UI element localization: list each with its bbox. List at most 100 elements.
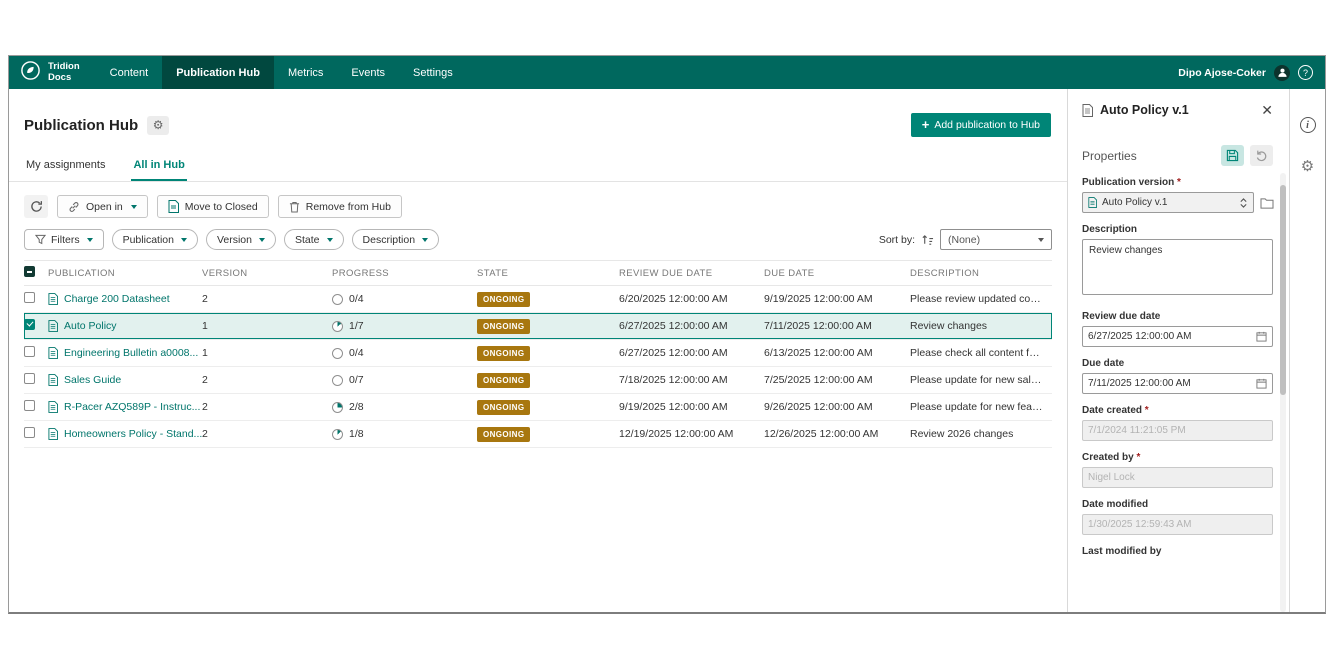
- plus-icon: +: [922, 120, 930, 130]
- state-badge: ONGOING: [477, 319, 530, 334]
- funnel-icon: [35, 234, 46, 245]
- due-date-cell: 12/26/2025 12:00:00 AM: [764, 428, 910, 440]
- nav-item-content[interactable]: Content: [96, 56, 163, 89]
- date-modified-input: [1082, 514, 1273, 535]
- table-body: Charge 200 Datasheet 2 0/4 ONGOING 6/20/…: [24, 286, 1052, 448]
- created-by-input: [1082, 467, 1273, 488]
- brand-name: Tridion Docs: [48, 62, 80, 84]
- refresh-button[interactable]: [24, 195, 48, 218]
- progress-label: 1/7: [349, 320, 364, 332]
- document-icon: [48, 374, 58, 386]
- table-row[interactable]: Engineering Bulletin a0008... 1 0/4 ONGO…: [24, 340, 1052, 367]
- description-cell: Review changes: [910, 320, 1052, 332]
- hub-settings-icon[interactable]: ⚙: [147, 116, 169, 135]
- description-cell: Review 2026 changes: [910, 428, 1052, 440]
- review-due-date-value[interactable]: [1088, 331, 1251, 342]
- column-header-version[interactable]: VERSION: [202, 268, 332, 279]
- nav-item-publication-hub[interactable]: Publication Hub: [162, 56, 274, 89]
- publication-version-select[interactable]: [1082, 192, 1254, 213]
- user-name[interactable]: Dipo Ajose-Coker: [1178, 67, 1266, 79]
- due-date-cell: 6/13/2025 12:00:00 AM: [764, 347, 910, 359]
- tab-all-in-hub[interactable]: All in Hub: [131, 153, 186, 181]
- panel-scrollbar-track[interactable]: [1280, 173, 1286, 612]
- brand[interactable]: Tridion Docs: [9, 56, 96, 89]
- progress-pie-icon: [332, 348, 343, 359]
- column-header-review-due-date[interactable]: REVIEW DUE DATE: [619, 268, 764, 279]
- column-header-description[interactable]: DESCRIPTION: [910, 268, 1052, 279]
- actions-toolbar: Open in Move to Closed Remove from Hub: [9, 182, 1067, 218]
- filters-button[interactable]: Filters: [24, 229, 104, 250]
- column-header-progress[interactable]: PROGRESS: [332, 268, 477, 279]
- column-header-due-date[interactable]: DUE DATE: [764, 268, 910, 279]
- due-date-value[interactable]: [1088, 378, 1251, 389]
- row-checkbox[interactable]: [24, 373, 35, 384]
- description-textarea[interactable]: Review changes: [1082, 239, 1273, 295]
- row-checkbox[interactable]: [24, 319, 35, 330]
- table-header: PUBLICATION VERSION PROGRESS STATE REVIE…: [24, 260, 1052, 286]
- publication-link[interactable]: Homeowners Policy - Stand...: [64, 428, 202, 440]
- review-due-date-label: Review due date: [1082, 311, 1273, 322]
- select-all-checkbox[interactable]: [24, 266, 35, 277]
- publication-version-value[interactable]: [1102, 197, 1234, 208]
- last-modified-by-label: Last modified by: [1082, 546, 1273, 557]
- avatar[interactable]: [1274, 65, 1290, 81]
- publication-link[interactable]: Auto Policy: [64, 320, 117, 332]
- info-icon[interactable]: i: [1300, 117, 1316, 133]
- review-due-date-input[interactable]: [1082, 326, 1273, 347]
- chevron-down-icon: [1038, 238, 1044, 242]
- move-to-closed-button[interactable]: Move to Closed: [157, 195, 269, 218]
- publication-link[interactable]: Sales Guide: [64, 374, 121, 386]
- review-due-date-cell: 7/18/2025 12:00:00 AM: [619, 374, 764, 386]
- app-window: Tridion Docs Content Publication Hub Met…: [8, 55, 1326, 614]
- save-icon: [1226, 149, 1239, 162]
- filter-pill-description[interactable]: Description: [352, 229, 440, 250]
- table-row[interactable]: Homeowners Policy - Stand... 2 1/8 ONGOI…: [24, 421, 1052, 448]
- column-header-state[interactable]: STATE: [477, 268, 619, 279]
- filter-pill-publication[interactable]: Publication: [112, 229, 198, 250]
- tab-bar: My assignments All in Hub: [9, 137, 1067, 182]
- nav-item-settings[interactable]: Settings: [399, 56, 467, 89]
- chevron-down-icon: [87, 238, 93, 242]
- due-date-input[interactable]: [1082, 373, 1273, 394]
- table-row[interactable]: Charge 200 Datasheet 2 0/4 ONGOING 6/20/…: [24, 286, 1052, 313]
- document-icon: [48, 293, 58, 305]
- publication-link[interactable]: Engineering Bulletin a0008...: [64, 347, 198, 359]
- panel-scrollbar-thumb[interactable]: [1280, 185, 1286, 395]
- calendar-icon[interactable]: [1256, 331, 1267, 342]
- row-checkbox[interactable]: [24, 400, 35, 411]
- sort-direction-icon[interactable]: [921, 234, 934, 246]
- filter-pill-version[interactable]: Version: [206, 229, 276, 250]
- remove-from-hub-button[interactable]: Remove from Hub: [278, 195, 402, 218]
- help-icon[interactable]: ?: [1298, 65, 1313, 80]
- sort-select[interactable]: (None): [940, 229, 1052, 250]
- browse-folder-icon[interactable]: [1260, 197, 1274, 209]
- version-cell: 1: [202, 320, 332, 332]
- table-row[interactable]: Auto Policy 1 1/7 ONGOING 6/27/2025 12:0…: [24, 313, 1052, 340]
- table-row[interactable]: R-Pacer AZQ589P - Instruc... 2 2/8 ONGOI…: [24, 394, 1052, 421]
- move-to-closed-icon: [168, 200, 179, 213]
- calendar-icon[interactable]: [1256, 378, 1267, 389]
- document-icon: [1088, 197, 1097, 208]
- side-icon-strip: i ⚙: [1289, 89, 1325, 612]
- save-button[interactable]: [1221, 145, 1244, 166]
- publication-link[interactable]: R-Pacer AZQ589P - Instruc...: [64, 401, 200, 413]
- table-row[interactable]: Sales Guide 2 0/7 ONGOING 7/18/2025 12:0…: [24, 367, 1052, 394]
- nav-item-events[interactable]: Events: [337, 56, 399, 89]
- description-cell: Please update for new sales tra...: [910, 374, 1052, 386]
- row-checkbox[interactable]: [24, 427, 35, 438]
- publication-link[interactable]: Charge 200 Datasheet: [64, 293, 170, 305]
- review-due-date-cell: 6/27/2025 12:00:00 AM: [619, 347, 764, 359]
- tab-my-assignments[interactable]: My assignments: [24, 153, 107, 181]
- filter-pill-state[interactable]: State: [284, 229, 344, 250]
- open-in-button[interactable]: Open in: [57, 195, 148, 218]
- add-publication-button[interactable]: + Add publication to Hub: [911, 113, 1051, 137]
- stepper-icon[interactable]: [1239, 197, 1248, 209]
- nav-item-metrics[interactable]: Metrics: [274, 56, 337, 89]
- column-header-publication[interactable]: PUBLICATION: [48, 268, 202, 279]
- undo-button[interactable]: [1250, 145, 1273, 166]
- row-checkbox[interactable]: [24, 346, 35, 357]
- close-icon[interactable]: ✕: [1261, 103, 1273, 117]
- description-cell: Please update for new feature: [910, 401, 1052, 413]
- row-checkbox[interactable]: [24, 292, 35, 303]
- gear-icon[interactable]: ⚙: [1301, 157, 1314, 175]
